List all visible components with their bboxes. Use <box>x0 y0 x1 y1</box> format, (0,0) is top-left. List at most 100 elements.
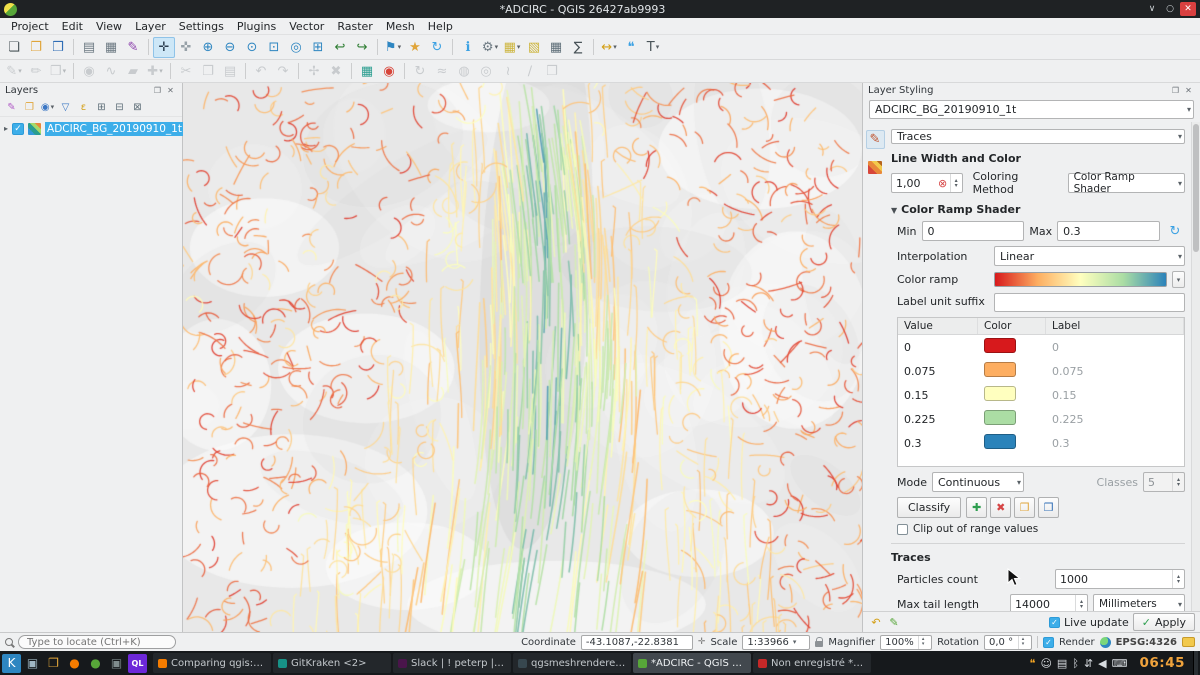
text-annotation-icon[interactable]: T▾ <box>642 37 664 58</box>
clip-checkbox[interactable] <box>897 524 908 535</box>
live-update-checkbox[interactable] <box>1049 617 1060 628</box>
add-class-icon[interactable]: ✚ <box>966 497 987 518</box>
volume-icon[interactable]: ◀ <box>1098 657 1106 670</box>
color-ramp-dropdown-icon[interactable]: ▾ <box>1172 271 1185 288</box>
messages-icon[interactable] <box>1182 637 1195 647</box>
zoom-in-icon[interactable]: ⊕ <box>197 37 219 58</box>
cut-features-icon[interactable]: ✂ <box>175 61 197 82</box>
redo-icon[interactable]: ↷ <box>272 61 294 82</box>
menu-layer[interactable]: Layer <box>129 19 172 34</box>
interpolation-selector[interactable]: Linear <box>994 246 1185 266</box>
refresh-map-icon[interactable]: ↻ <box>426 37 448 58</box>
style-edit-icon[interactable]: ✎ <box>886 614 902 630</box>
magnifier-spinbox[interactable]: 100% <box>880 635 932 650</box>
open-styling-panel-icon[interactable]: ✎ <box>3 99 20 115</box>
toggle-editing-icon[interactable]: ✏ <box>25 61 47 82</box>
updates-icon[interactable]: ⇵ <box>1084 657 1093 670</box>
bluetooth-icon[interactable]: ᛒ <box>1072 657 1079 670</box>
panel-close-icon[interactable]: ✕ <box>164 85 177 97</box>
digitize-point-icon[interactable]: ◉ <box>78 61 100 82</box>
save-ramp-icon[interactable]: ❒ <box>1038 497 1059 518</box>
clear-width-icon[interactable] <box>936 177 950 190</box>
keyboard-icon[interactable]: ⌨ <box>1112 657 1128 670</box>
expander-icon[interactable]: ▸ <box>4 124 8 133</box>
zoom-to-selection-icon[interactable]: ◎ <box>285 37 307 58</box>
spin-arrows-icon[interactable] <box>1172 570 1184 588</box>
expand-all-icon[interactable]: ⊞ <box>93 99 110 115</box>
ramp-table-row[interactable]: 0.30.3 <box>898 431 1184 455</box>
digitize-line-icon[interactable]: ∿ <box>100 61 122 82</box>
task-qgis[interactable]: *ADCIRC - QGIS 26427... <box>633 653 751 673</box>
style-history-icon[interactable]: ↶ <box>868 614 884 630</box>
mode-selector[interactable]: Continuous <box>932 472 1024 492</box>
virtual-desktop-icon[interactable]: ▣ <box>23 654 42 673</box>
merge-features-icon[interactable]: ❒ <box>541 61 563 82</box>
emoji-icon[interactable]: ☺ <box>1040 657 1051 670</box>
task-gitkraken[interactable]: GitKraken <2> <box>273 653 391 673</box>
menu-edit[interactable]: Edit <box>56 19 89 34</box>
ramp-table-row[interactable]: 0.2250.225 <box>898 407 1184 431</box>
spin-arrows-icon[interactable] <box>1172 473 1184 491</box>
task-firefox[interactable]: Comparing qgis:mast... <box>153 653 271 673</box>
window-close-icon[interactable]: ✕ <box>1180 2 1196 16</box>
deselect-features-icon[interactable]: ▧ <box>523 37 545 58</box>
add-group-icon[interactable]: ❐ <box>21 99 38 115</box>
classify-button[interactable]: Classify <box>897 497 961 518</box>
pan-map-icon[interactable]: ✛ <box>153 37 175 58</box>
task-konsole[interactable]: qgsmeshrenderersetti... <box>513 653 631 673</box>
layer-name[interactable]: ADCIRC_BG_20190910_1t <box>45 122 186 136</box>
filter-expression-icon[interactable]: ε <box>75 99 92 115</box>
paste-features-icon[interactable]: ▤ <box>219 61 241 82</box>
menu-view[interactable]: View <box>90 19 128 34</box>
spin-arrows-icon[interactable] <box>1075 595 1087 611</box>
open-project-icon[interactable]: ❐ <box>25 37 47 58</box>
save-edits-icon[interactable]: ❒▾ <box>47 61 69 82</box>
manage-themes-icon[interactable]: ◉▾ <box>39 99 56 115</box>
render-checkbox[interactable] <box>1043 637 1054 648</box>
measure-icon[interactable]: ↔▾ <box>598 37 620 58</box>
color-ramp-shader-section-title[interactable]: Color Ramp Shader <box>891 203 1185 216</box>
color-ramp-preview[interactable] <box>994 272 1167 287</box>
menu-project[interactable]: Project <box>5 19 55 34</box>
layer-tree-item[interactable]: ▸ ADCIRC_BG_20190910_1t <box>4 120 182 137</box>
zoom-next-icon[interactable]: ↪ <box>351 37 373 58</box>
styling-scrollbar[interactable] <box>1191 122 1200 611</box>
remove-layer-icon[interactable]: ⊠ <box>129 99 146 115</box>
min-input[interactable]: 0 <box>922 221 1025 241</box>
statistical-summary-icon[interactable]: ∑ <box>567 37 589 58</box>
coordinate-extents-icon[interactable]: ✛ <box>698 637 706 647</box>
spin-arrows-icon[interactable] <box>918 636 927 649</box>
add-ring-icon[interactable]: ◍ <box>453 61 475 82</box>
max-tail-length-input[interactable]: 14000 <box>1010 594 1088 611</box>
coordinate-input[interactable]: -43.1087,-22.8381 <box>581 635 693 650</box>
new-print-layout-icon[interactable]: ▤ <box>78 37 100 58</box>
show-desktop-button[interactable] <box>1193 651 1198 675</box>
split-features-icon[interactable]: ∕ <box>519 61 541 82</box>
vertex-tool-icon[interactable]: ✚▾ <box>144 61 166 82</box>
rotation-spinbox[interactable]: 0,0 ° <box>984 635 1032 650</box>
ramp-table-row[interactable]: 0.0750.075 <box>898 359 1184 383</box>
spin-arrows-icon[interactable] <box>950 174 962 192</box>
pan-to-selection-icon[interactable]: ✜ <box>175 37 197 58</box>
run-feature-action-icon[interactable]: ⚙▾ <box>479 37 501 58</box>
notifier-icon[interactable]: ❝ <box>1030 657 1036 670</box>
ramp-table-row[interactable]: 00 <box>898 335 1184 359</box>
coloring-method-selector[interactable]: Color Ramp Shader <box>1068 173 1185 193</box>
zoom-full-icon[interactable]: ⊡ <box>263 37 285 58</box>
menu-raster[interactable]: Raster <box>331 19 378 34</box>
simplify-feature-icon[interactable]: ≈ <box>431 61 453 82</box>
menu-vector[interactable]: Vector <box>283 19 330 34</box>
clock[interactable]: 06:45 <box>1134 655 1191 671</box>
select-features-icon[interactable]: ▦▾ <box>501 37 523 58</box>
menu-plugins[interactable]: Plugins <box>231 19 282 34</box>
identify-features-icon[interactable]: ℹ <box>457 37 479 58</box>
task-slack[interactable]: Slack | ! peterp | Lutr... <box>393 653 511 673</box>
save-project-icon[interactable]: ❒ <box>47 37 69 58</box>
color-swatch[interactable] <box>984 386 1016 401</box>
files-icon[interactable]: ❐ <box>44 654 63 673</box>
menu-mesh[interactable]: Mesh <box>380 19 421 34</box>
current-edits-icon[interactable]: ✎▾ <box>3 61 25 82</box>
zoom-native-icon[interactable]: ⊙ <box>241 37 263 58</box>
menu-settings[interactable]: Settings <box>173 19 230 34</box>
fill-ring-icon[interactable]: ◎ <box>475 61 497 82</box>
